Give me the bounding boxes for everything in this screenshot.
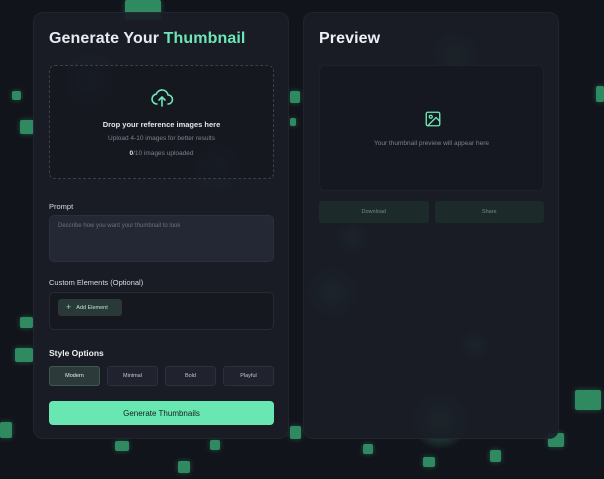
style-playful-button[interactable]: Playful: [223, 366, 274, 386]
cloud-upload-icon: [151, 89, 174, 107]
add-element-label: Add Element: [76, 304, 108, 311]
style-bold-button[interactable]: Bold: [165, 366, 216, 386]
generate-thumbnails-button[interactable]: Generate Thumbnails: [49, 401, 274, 425]
custom-elements-label: Custom Elements (Optional): [49, 278, 144, 287]
style-modern-button[interactable]: Modern: [49, 366, 100, 386]
preview-placeholder-text: Your thumbnail preview will appear here: [373, 140, 490, 147]
custom-elements-box: + Add Element: [49, 292, 274, 330]
add-element-button[interactable]: + Add Element: [58, 299, 122, 316]
upload-count: 0/10 images uploaded: [129, 150, 194, 157]
prompt-placeholder: Describe how you want your thumbnail to …: [58, 223, 181, 229]
thumbnail-preview: Your thumbnail preview will appear here: [319, 65, 544, 191]
dropzone-title: Drop your reference images here: [102, 120, 221, 129]
download-button[interactable]: Download: [319, 201, 429, 223]
generator-panel: Generate Your Thumbnail Drop your refere…: [33, 12, 289, 439]
generator-title: Generate Your Thumbnail: [49, 30, 246, 47]
style-options: Modern Minimal Bold Playful: [49, 366, 274, 386]
style-minimal-button[interactable]: Minimal: [107, 366, 158, 386]
prompt-textarea[interactable]: Describe how you want your thumbnail to …: [49, 215, 274, 262]
plus-icon: +: [66, 302, 72, 312]
prompt-label: Prompt: [49, 202, 74, 211]
preview-actions: Download Share: [319, 201, 544, 223]
style-options-label: Style Options: [49, 348, 104, 358]
preview-panel: Preview Your thumbnail preview will appe…: [303, 12, 559, 439]
share-button[interactable]: Share: [434, 201, 544, 223]
dropzone-subtitle: Upload 4-10 images for better results: [108, 135, 215, 142]
preview-title: Preview: [319, 30, 381, 47]
image-icon: [425, 111, 441, 127]
image-dropzone[interactable]: Drop your reference images here Upload 4…: [49, 65, 274, 179]
